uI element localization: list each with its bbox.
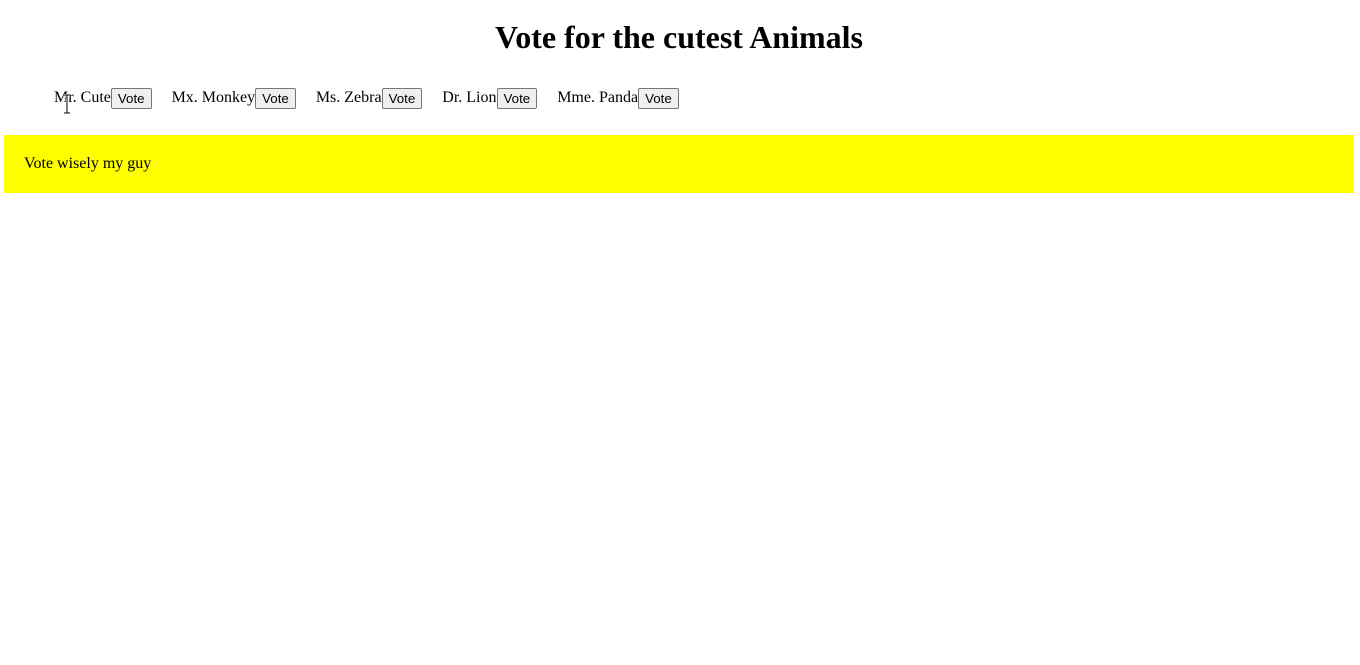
candidate-item-ms-zebra: Ms. Zebra Vote [315, 87, 423, 109]
candidate-item-mr-cute: Mr. Cute Vote [54, 87, 152, 109]
vote-button-mme-panda[interactable]: Vote [638, 87, 679, 109]
notice-bar: Vote wisely my guy [4, 135, 1354, 193]
page-title: Vote for the cutest Animals [495, 19, 863, 55]
candidate-name: Ms. Zebra [315, 89, 382, 106]
vote-button-mx-monkey[interactable]: Vote [255, 87, 296, 109]
candidate-name: Mr. Cute [54, 89, 111, 106]
notice-text: Vote wisely my guy [24, 155, 152, 172]
candidate-list: Mr. Cute Vote Mx. Monkey Vote Ms. Zebra … [54, 87, 699, 109]
vote-button-ms-zebra[interactable]: Vote [381, 87, 423, 109]
candidate-name: Mx. Monkey [171, 89, 256, 106]
candidate-item-dr-lion: Dr. Lion Vote [442, 87, 538, 109]
candidate-item-mx-monkey: Mx. Monkey Vote [172, 87, 296, 109]
candidate-item-mme-panda: Mme. Panda Vote [557, 87, 679, 109]
vote-button-mr-cute[interactable]: Vote [110, 87, 152, 109]
candidate-name: Mme. Panda [557, 89, 639, 106]
candidate-name: Dr. Lion [442, 89, 497, 106]
vote-button-dr-lion[interactable]: Vote [496, 87, 538, 109]
